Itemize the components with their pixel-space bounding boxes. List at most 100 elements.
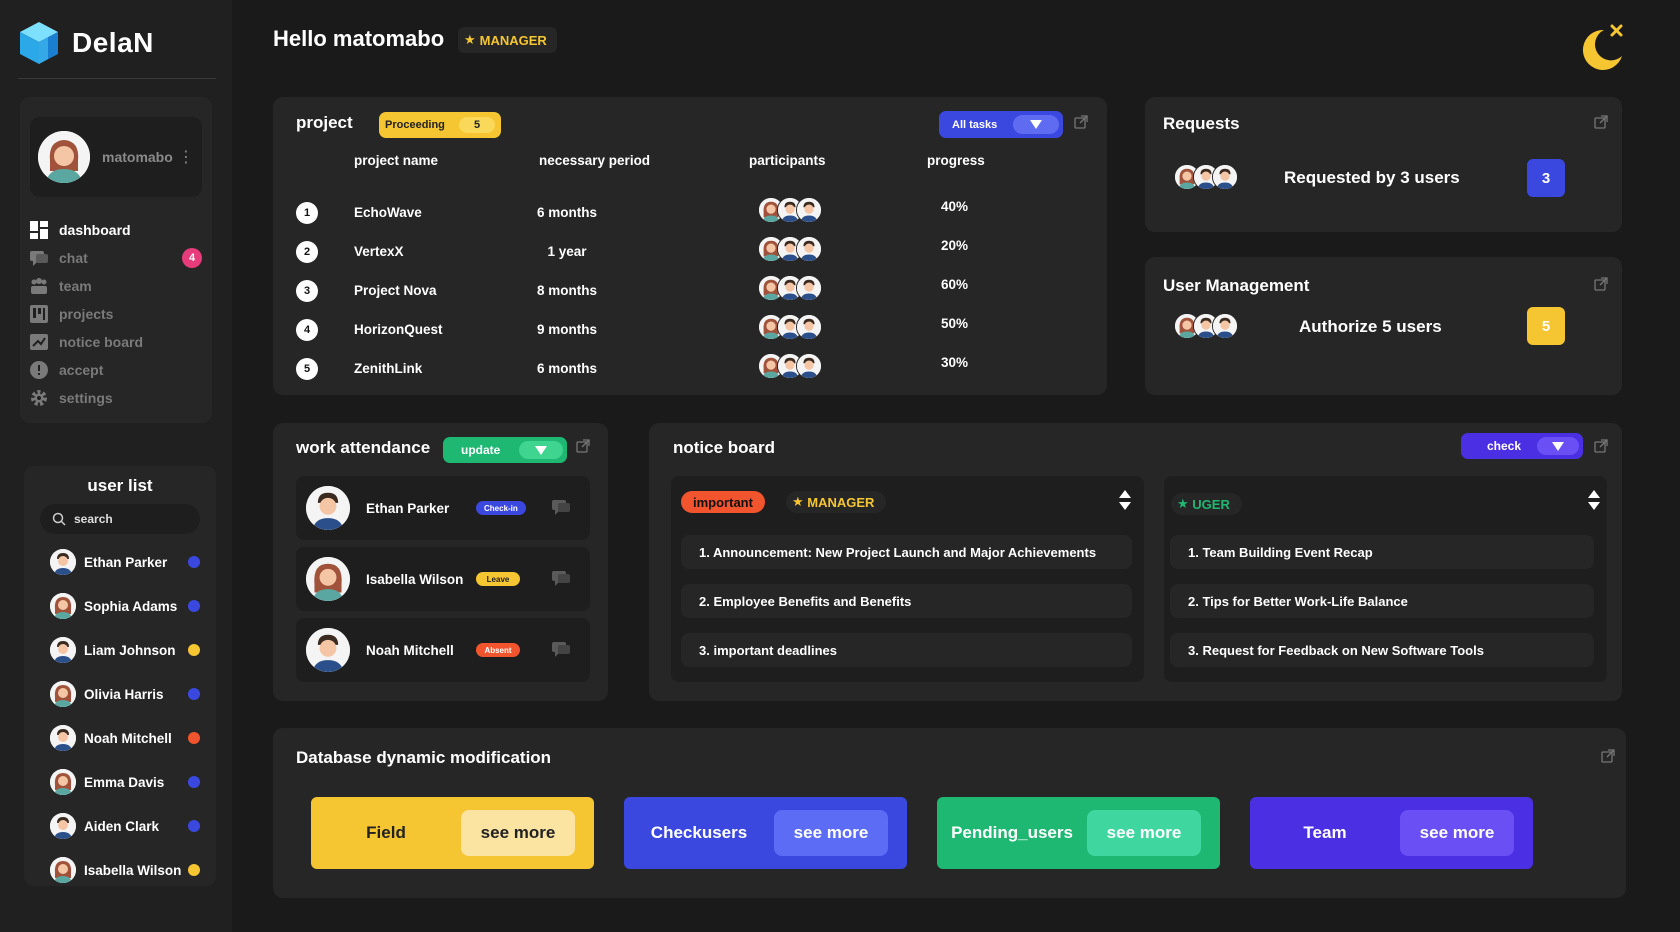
column-header: project name bbox=[354, 153, 439, 168]
profile-card[interactable]: matomabo ⋮ bbox=[30, 117, 202, 197]
dark-mode-toggle-icon[interactable] bbox=[1574, 22, 1626, 74]
external-link-icon[interactable] bbox=[1594, 115, 1608, 129]
update-dropdown[interactable]: update bbox=[443, 437, 567, 463]
search-input[interactable] bbox=[74, 512, 184, 526]
search-box[interactable] bbox=[40, 504, 200, 534]
avatar bbox=[50, 813, 76, 839]
avatar bbox=[50, 725, 76, 751]
notice-board-title: notice board bbox=[673, 438, 776, 457]
attendance-row[interactable]: Noah Mitchell Absent bbox=[296, 618, 590, 682]
avatar bbox=[50, 549, 76, 575]
sort-icon[interactable] bbox=[1119, 490, 1131, 510]
nav-label: chat bbox=[59, 250, 88, 266]
external-link-icon[interactable] bbox=[576, 439, 590, 453]
app-logo[interactable]: DelaN bbox=[18, 20, 154, 66]
sort-icon[interactable] bbox=[1588, 490, 1600, 510]
check-dropdown[interactable]: check bbox=[1461, 433, 1583, 459]
dropdown-label: update bbox=[461, 443, 501, 457]
requests-title: Requests bbox=[1163, 114, 1240, 133]
table-row[interactable]: 1 EchoWave 6 months 40% bbox=[273, 197, 1107, 229]
role-badge: ★ MANAGER bbox=[458, 27, 557, 53]
authorize-count-badge[interactable]: 5 bbox=[1527, 307, 1565, 345]
external-link-icon[interactable] bbox=[1594, 277, 1608, 291]
user-list-panel: user list Ethan Parker Sophia Adams Liam J… bbox=[24, 466, 216, 886]
table-row[interactable]: 2 VertexX 1 year 20% bbox=[273, 236, 1107, 268]
notice-item[interactable]: 1. Team Building Event Recap bbox=[1170, 535, 1594, 569]
attendance-row[interactable]: Ethan Parker Check-in bbox=[296, 476, 590, 540]
alert-icon bbox=[30, 361, 48, 379]
status-badge: Leave bbox=[476, 572, 520, 586]
avatar bbox=[50, 857, 76, 883]
nav-item-settings[interactable]: settings bbox=[30, 384, 202, 412]
avatar bbox=[1212, 164, 1238, 190]
important-tag: important bbox=[681, 491, 765, 513]
dropdown-label: check bbox=[1487, 439, 1522, 453]
user-list-item[interactable]: Liam Johnson bbox=[24, 628, 216, 672]
user-list-item[interactable]: Ethan Parker bbox=[24, 540, 216, 584]
notice-item[interactable]: 3. Request for Feedback on New Software … bbox=[1170, 633, 1594, 667]
external-link-icon[interactable] bbox=[1601, 749, 1615, 763]
see-more-button[interactable]: see more bbox=[1400, 810, 1514, 856]
chevron-down-icon bbox=[1013, 115, 1059, 134]
nav-item-projects[interactable]: projects bbox=[30, 300, 202, 328]
notice-item[interactable]: 1. Announcement: New Project Launch and … bbox=[681, 535, 1132, 569]
table-row[interactable]: 3 Project Nova 8 months 60% bbox=[273, 275, 1107, 307]
see-more-button[interactable]: see more bbox=[461, 810, 575, 856]
user-list: Ethan Parker Sophia Adams Liam Johnson Oliv… bbox=[24, 540, 216, 892]
nav-label: dashboard bbox=[59, 222, 131, 238]
user-list-title: user list bbox=[87, 476, 153, 495]
external-link-icon[interactable] bbox=[1594, 439, 1608, 453]
db-tile-field: Field see more bbox=[311, 797, 594, 869]
chat-icon[interactable] bbox=[552, 642, 570, 658]
nav-item-chat[interactable]: chat 4 bbox=[30, 244, 202, 272]
external-link-icon[interactable] bbox=[1074, 115, 1088, 129]
more-options-icon[interactable]: ⋮ bbox=[178, 147, 194, 167]
avatar bbox=[1212, 313, 1238, 339]
proceeding-filter[interactable]: Proceeding 5 bbox=[379, 112, 501, 138]
status-dot bbox=[188, 732, 200, 744]
nav-label: team bbox=[59, 278, 92, 294]
nav-item-notice-board[interactable]: notice board bbox=[30, 328, 202, 356]
requests-count-badge[interactable]: 3 bbox=[1527, 159, 1565, 197]
table-row[interactable]: 5 ZenithLink 6 months 30% bbox=[273, 353, 1107, 385]
dashboard-icon bbox=[30, 221, 48, 239]
tile-label: Team bbox=[1303, 823, 1347, 842]
nav-item-team[interactable]: team bbox=[30, 272, 202, 300]
row-number: 4 bbox=[296, 319, 318, 341]
see-more-button[interactable]: see more bbox=[774, 810, 888, 856]
user-management-text: Authorize 5 users bbox=[1299, 317, 1442, 336]
row-number: 3 bbox=[296, 280, 318, 302]
user-list-item[interactable]: Olivia Harris bbox=[24, 672, 216, 716]
chat-icon bbox=[30, 249, 48, 267]
avatar bbox=[50, 769, 76, 795]
project-name: VertexX bbox=[354, 244, 404, 259]
notice-item[interactable]: 2. Tips for Better Work-Life Balance bbox=[1170, 584, 1594, 618]
column-header: progress bbox=[927, 153, 985, 168]
user-list-item[interactable]: Sophia Adams bbox=[24, 584, 216, 628]
chat-icon[interactable] bbox=[552, 500, 570, 516]
team-icon bbox=[30, 277, 48, 295]
profile-name: matomabo bbox=[102, 149, 173, 165]
user-name: Aiden Clark bbox=[84, 818, 160, 834]
uger-tag: ★ UGER bbox=[1171, 493, 1242, 515]
tile-label: Pending_users bbox=[951, 823, 1073, 842]
notice-item[interactable]: 3. important deadlines bbox=[681, 633, 1132, 667]
column-header: participants bbox=[749, 153, 826, 168]
attendance-row[interactable]: Isabella Wilson Leave bbox=[296, 547, 590, 611]
requester-avatars bbox=[1174, 164, 1238, 190]
participant-avatars bbox=[758, 314, 822, 340]
tile-label: Field bbox=[366, 823, 406, 842]
table-row[interactable]: 4 HorizonQuest 9 months 50% bbox=[273, 314, 1107, 346]
user-list-item[interactable]: Emma Davis bbox=[24, 760, 216, 804]
nav-item-dashboard[interactable]: dashboard bbox=[30, 216, 202, 244]
all-tasks-dropdown[interactable]: All tasks bbox=[939, 111, 1063, 138]
see-more-button[interactable]: see more bbox=[1087, 810, 1201, 856]
notice-item[interactable]: 2. Employee Benefits and Benefits bbox=[681, 584, 1132, 618]
user-list-item[interactable]: Aiden Clark bbox=[24, 804, 216, 848]
user-list-item[interactable]: Noah Mitchell bbox=[24, 716, 216, 760]
user-name: Ethan Parker bbox=[84, 554, 168, 570]
user-name: Sophia Adams bbox=[84, 598, 178, 614]
chat-icon[interactable] bbox=[552, 571, 570, 587]
user-list-item[interactable]: Isabella Wilson bbox=[24, 848, 216, 892]
nav-item-accept[interactable]: accept bbox=[30, 356, 202, 384]
